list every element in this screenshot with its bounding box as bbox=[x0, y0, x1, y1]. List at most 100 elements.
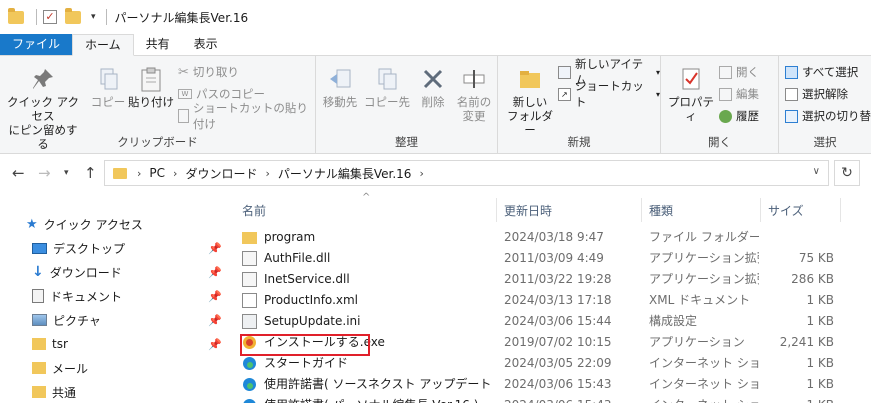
cut-button[interactable]: ✂ 切り取り bbox=[178, 61, 239, 83]
nav-item-tsr[interactable]: tsr 📌 bbox=[0, 332, 232, 356]
column-divider[interactable] bbox=[840, 198, 841, 222]
pin-icon[interactable]: 📌 bbox=[208, 338, 222, 351]
paste-shortcut-button[interactable]: ショートカットの貼り付け bbox=[178, 101, 315, 131]
properties-quick-icon[interactable]: ✓ bbox=[43, 10, 57, 24]
nav-item-desktop[interactable]: デスクトップ 📌 bbox=[0, 236, 232, 260]
clipboard-group-label: クリップボード bbox=[117, 135, 198, 149]
rename-button[interactable]: 名前の 変更 bbox=[452, 66, 496, 123]
nav-item-pictures[interactable]: ピクチャ 📌 bbox=[0, 308, 232, 332]
edit-button[interactable]: 編集 bbox=[719, 83, 759, 105]
file-size: 1 KB bbox=[806, 356, 834, 370]
nav-item-mail[interactable]: メール bbox=[0, 356, 232, 380]
tab-file[interactable]: ファイル bbox=[0, 34, 73, 55]
file-type: インターネット ショート... bbox=[649, 377, 759, 391]
rename-label: 名前の 変更 bbox=[456, 95, 492, 123]
shortcut-button[interactable]: ↗ ショートカット ▾ bbox=[558, 79, 660, 109]
pin-icon[interactable]: 📌 bbox=[208, 290, 222, 303]
nav-item-common[interactable]: 共通 bbox=[0, 380, 232, 403]
nav-item-label: ドキュメント bbox=[50, 289, 123, 304]
forward-arrow-icon[interactable]: → bbox=[38, 164, 51, 182]
chevron-right-icon[interactable]: › bbox=[137, 167, 141, 180]
tab-home[interactable]: ホーム bbox=[72, 34, 134, 56]
new-group: 新しい フォルダー 新しいアイテム ▾ ↗ ショートカット ▾ 新規 bbox=[498, 56, 661, 154]
move-to-button[interactable]: 移動先 bbox=[318, 66, 362, 109]
scissors-icon: ✂ bbox=[178, 64, 189, 80]
nav-item-documents[interactable]: ドキュメント 📌 bbox=[0, 284, 232, 308]
folder-icon bbox=[32, 338, 46, 350]
chevron-right-icon[interactable]: › bbox=[265, 167, 269, 180]
history-button[interactable]: 履歴 bbox=[719, 105, 759, 127]
paste-button[interactable]: 貼り付け bbox=[128, 66, 174, 109]
xml-icon bbox=[242, 293, 257, 308]
column-header-size[interactable]: サイズ bbox=[768, 200, 804, 222]
column-header-name[interactable]: 名前 bbox=[242, 200, 266, 222]
recent-locations-icon[interactable]: ▾ bbox=[64, 168, 69, 178]
column-divider[interactable] bbox=[641, 198, 642, 222]
nav-item-downloads[interactable]: ↓ ダウンロード 📌 bbox=[0, 260, 232, 284]
breadcrumb-downloads[interactable]: ダウンロード bbox=[185, 165, 257, 182]
select-group-label: 選択 bbox=[813, 135, 837, 149]
file-type: インターネット ショート... bbox=[649, 356, 759, 370]
properties-button[interactable]: プロパティ bbox=[663, 66, 719, 123]
column-header-date[interactable]: 更新日時 bbox=[504, 200, 552, 222]
tab-share[interactable]: 共有 bbox=[134, 34, 182, 55]
file-row[interactable]: スタートガイド 2024/03/05 22:09 インターネット ショート...… bbox=[232, 353, 871, 374]
up-arrow-icon[interactable]: ↑ bbox=[84, 164, 97, 182]
file-type: 構成設定 bbox=[649, 314, 698, 328]
breadcrumb-pc[interactable]: PC bbox=[149, 166, 165, 180]
nav-item-quick-access[interactable]: ★ クイック アクセス bbox=[0, 212, 232, 236]
chevron-down-icon[interactable]: ∨ bbox=[813, 166, 820, 177]
ribbon: クイック アクセス にピン留めする コピー 貼り付け ✂ 切り取り W パスのコ… bbox=[0, 56, 871, 154]
folder-icon bbox=[32, 386, 46, 398]
open-button[interactable]: 開く bbox=[719, 61, 759, 83]
nav-item-label: ダウンロード bbox=[49, 265, 122, 280]
refresh-icon: ↻ bbox=[841, 165, 853, 181]
shortcut-label: ショートカット bbox=[574, 79, 644, 109]
breadcrumb-current-folder[interactable]: パーソナル編集長Ver.16 bbox=[278, 165, 412, 182]
file-list: ^ 名前 更新日時 種類 サイズ program 2024/03/18 9:47… bbox=[232, 192, 871, 403]
navigation-bar: ← → ▾ ↑ › PC › ダウンロード › パーソナル編集長Ver.16 ›… bbox=[0, 154, 871, 192]
pin-icon[interactable]: 📌 bbox=[208, 314, 222, 327]
file-row[interactable]: program 2024/03/18 9:47 ファイル フォルダー bbox=[232, 227, 871, 248]
chevron-right-icon[interactable]: › bbox=[419, 167, 423, 180]
file-size: 2,241 KB bbox=[779, 335, 834, 349]
pin-icon[interactable]: 📌 bbox=[208, 266, 222, 279]
customize-toolbar-icon[interactable]: ▾ bbox=[91, 12, 96, 22]
new-folder-quick-icon[interactable] bbox=[65, 7, 81, 24]
back-arrow-icon[interactable]: ← bbox=[12, 164, 25, 182]
pin-icon[interactable]: 📌 bbox=[208, 242, 222, 255]
copy-to-label: コピー先 bbox=[364, 95, 410, 109]
file-row[interactable]: 使用許諾書( ソースネクスト アップデート ) 2024/03/06 15:43… bbox=[232, 374, 871, 395]
file-row[interactable]: AuthFile.dll 2011/03/09 4:49 アプリケーション拡張 … bbox=[232, 248, 871, 269]
file-row[interactable]: ProductInfo.xml 2024/03/13 17:18 XML ドキュ… bbox=[232, 290, 871, 311]
file-type: アプリケーション bbox=[649, 335, 745, 349]
select-none-button[interactable]: 選択解除 bbox=[785, 83, 848, 105]
file-date: 2024/03/06 15:44 bbox=[504, 314, 612, 328]
document-icon bbox=[32, 289, 44, 303]
select-all-button[interactable]: すべて選択 bbox=[785, 61, 858, 83]
new-folder-button[interactable]: 新しい フォルダー bbox=[502, 66, 558, 137]
column-divider[interactable] bbox=[760, 198, 761, 222]
file-size: 75 KB bbox=[798, 251, 834, 265]
delete-button[interactable]: 削除 bbox=[414, 66, 452, 109]
column-header-type[interactable]: 種類 bbox=[649, 200, 673, 222]
chevron-right-icon[interactable]: › bbox=[173, 167, 177, 180]
invert-selection-button[interactable]: 選択の切り替 bbox=[785, 105, 871, 127]
properties-label: プロパティ bbox=[668, 95, 714, 123]
address-bar[interactable]: › PC › ダウンロード › パーソナル編集長Ver.16 › ∨ bbox=[104, 160, 829, 186]
invert-selection-icon bbox=[785, 109, 798, 123]
file-row[interactable]: SetupUpdate.ini 2024/03/06 15:44 構成設定 1 … bbox=[232, 311, 871, 332]
file-row[interactable]: 使用許諾書( パーソナル編集長 Ver.16 ) 2024/03/06 15:4… bbox=[232, 395, 871, 403]
organize-group: 移動先 コピー先 削除 名前の 変更 整理 bbox=[316, 56, 498, 154]
tab-view[interactable]: 表示 bbox=[182, 34, 230, 55]
file-name: AuthFile.dll bbox=[264, 251, 331, 265]
copy-to-button[interactable]: コピー先 bbox=[364, 66, 410, 109]
column-divider[interactable] bbox=[496, 198, 497, 222]
move-to-icon bbox=[330, 69, 351, 88]
file-row[interactable]: InetService.dll 2011/03/22 19:28 アプリケーショ… bbox=[232, 269, 871, 290]
refresh-button[interactable]: ↻ bbox=[834, 160, 860, 186]
file-type: アプリケーション拡張 bbox=[649, 251, 759, 265]
copy-button[interactable]: コピー bbox=[88, 66, 128, 109]
file-date: 2024/03/13 17:18 bbox=[504, 293, 612, 307]
nav-item-label: デスクトップ bbox=[53, 241, 126, 256]
